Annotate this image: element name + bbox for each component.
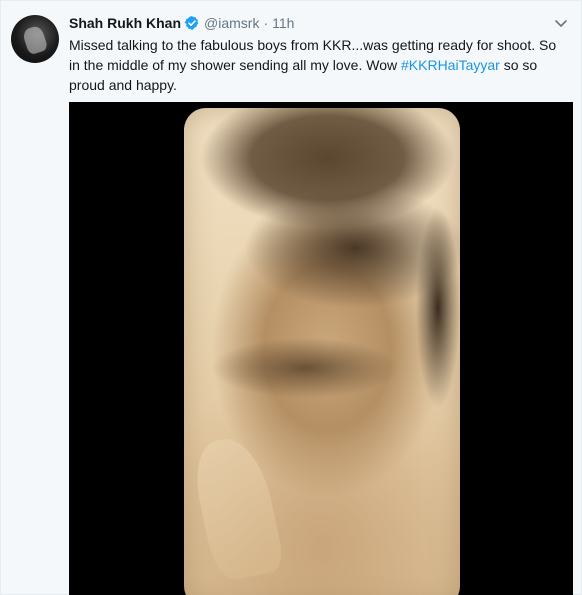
video-hand-shape — [188, 432, 286, 584]
avatar-figure — [21, 24, 49, 56]
author-name[interactable]: Shah Rukh Khan — [69, 15, 181, 31]
hashtag-link[interactable]: #KKRHaiTayyar — [401, 57, 500, 73]
tweet-timestamp[interactable]: 11h — [272, 15, 294, 31]
tweet-header: Shah Rukh Khan @iamsrk · 11h — [69, 13, 294, 33]
tweet-card[interactable]: Shah Rukh Khan @iamsrk · 11h Missed talk… — [0, 0, 582, 595]
tweet-text: Missed talking to the fabulous boys from… — [69, 35, 569, 95]
chevron-down-icon[interactable] — [553, 15, 569, 31]
header-separator: · — [263, 15, 269, 31]
tweet-video[interactable] — [69, 102, 573, 595]
author-handle[interactable]: @iamsrk — [204, 15, 259, 31]
video-frame — [184, 108, 460, 595]
avatar[interactable] — [11, 15, 59, 63]
verified-badge-icon — [184, 15, 200, 31]
